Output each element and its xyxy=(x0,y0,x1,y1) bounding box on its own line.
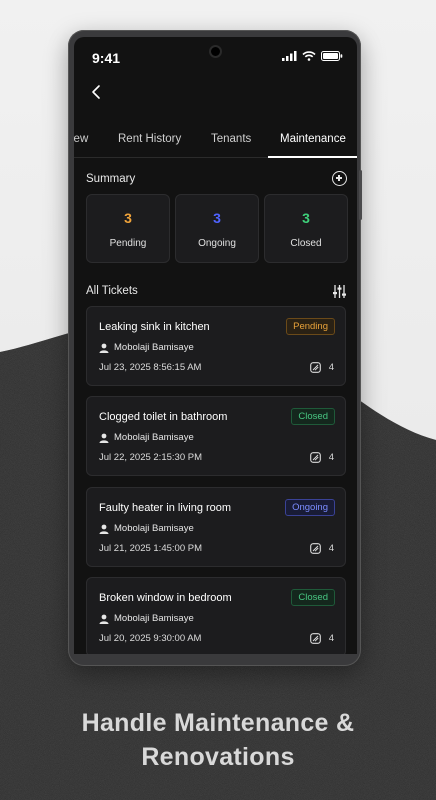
phone-side-button xyxy=(359,170,362,220)
tab-maintenance[interactable]: Maintenance xyxy=(280,133,346,145)
ticket-datetime: Jul 22, 2025 2:15:30 PM xyxy=(99,452,202,463)
person-icon xyxy=(99,524,109,534)
summary-card-ongoing[interactable]: 3 Ongoing xyxy=(175,194,259,263)
image-count: 4 xyxy=(328,362,334,373)
person-icon xyxy=(99,614,109,624)
tenant-name: Mobolaji Bamisaye xyxy=(114,523,194,534)
ticket-title: Clogged toilet in bathroom xyxy=(99,411,228,423)
ticket-datetime: Jul 23, 2025 8:56:15 AM xyxy=(99,362,202,373)
person-icon xyxy=(99,433,109,443)
image-count: 4 xyxy=(328,543,334,554)
summary-card-closed[interactable]: 3 Closed xyxy=(264,194,348,263)
person-icon xyxy=(99,343,109,353)
status-bar: 9:41 xyxy=(74,37,357,77)
tenant-name: Mobolaji Bamisaye xyxy=(114,613,194,624)
status-badge: Ongoing xyxy=(285,499,335,516)
image-attachment-icon xyxy=(310,543,321,554)
wifi-icon xyxy=(302,51,316,61)
status-badge: Pending xyxy=(286,318,335,335)
tab-overview[interactable]: iew xyxy=(74,133,88,145)
filter-sliders-icon[interactable] xyxy=(332,284,347,299)
closed-count: 3 xyxy=(302,210,310,226)
ticket-datetime: Jul 21, 2025 1:45:00 PM xyxy=(99,543,202,554)
summary-card-pending[interactable]: 3 Pending xyxy=(86,194,170,263)
back-arrow-icon[interactable] xyxy=(88,83,106,101)
image-attachment-icon xyxy=(310,633,321,644)
caption-line-1: Handle Maintenance & xyxy=(81,709,355,737)
battery-icon xyxy=(321,51,343,61)
image-count: 4 xyxy=(328,633,334,644)
ticket-datetime: Jul 20, 2025 9:30:00 AM xyxy=(99,633,202,644)
all-tickets-title: All Tickets xyxy=(86,285,138,297)
tenant-name: Mobolaji Bamisaye xyxy=(114,342,194,353)
tab-tenants[interactable]: Tenants xyxy=(211,133,251,145)
pending-label: Pending xyxy=(109,238,147,249)
closed-label: Closed xyxy=(290,238,322,249)
ticket-card[interactable]: Leaking sink in kitchen Pending Mobolaji… xyxy=(86,306,346,386)
ticket-card[interactable]: Broken window in bedroom Closed Mobolaji… xyxy=(86,577,346,654)
active-tab-indicator xyxy=(268,156,357,158)
caption-line-2: Renovations xyxy=(141,743,295,771)
ongoing-count: 3 xyxy=(213,210,221,226)
tab-bar: iew Rent History Tenants Maintenance xyxy=(74,123,357,158)
status-time: 9:41 xyxy=(92,50,121,66)
ongoing-label: Ongoing xyxy=(198,238,236,249)
summary-title: Summary xyxy=(86,173,136,185)
status-badge: Closed xyxy=(291,589,335,606)
status-badge: Closed xyxy=(291,408,335,425)
image-attachment-icon xyxy=(310,452,321,463)
pending-count: 3 xyxy=(124,210,132,226)
image-count: 4 xyxy=(328,452,334,463)
tenant-name: Mobolaji Bamisaye xyxy=(114,432,194,443)
ticket-title: Broken window in bedroom xyxy=(99,592,232,604)
tab-rent-history[interactable]: Rent History xyxy=(118,133,181,145)
ticket-card[interactable]: Clogged toilet in bathroom Closed Mobola… xyxy=(86,396,346,476)
promo-caption: Handle Maintenance & Renovations xyxy=(0,706,436,774)
ticket-title: Leaking sink in kitchen xyxy=(99,321,210,333)
front-camera xyxy=(209,45,222,58)
add-ticket-plus-icon[interactable] xyxy=(332,171,347,186)
app-screen: 9:41 iew Rent History xyxy=(74,37,357,654)
status-icons xyxy=(282,51,343,61)
ticket-title: Faulty heater in living room xyxy=(99,502,232,514)
signal-icon xyxy=(282,51,297,61)
image-attachment-icon xyxy=(310,362,321,373)
ticket-card[interactable]: Faulty heater in living room Ongoing Mob… xyxy=(86,487,346,567)
